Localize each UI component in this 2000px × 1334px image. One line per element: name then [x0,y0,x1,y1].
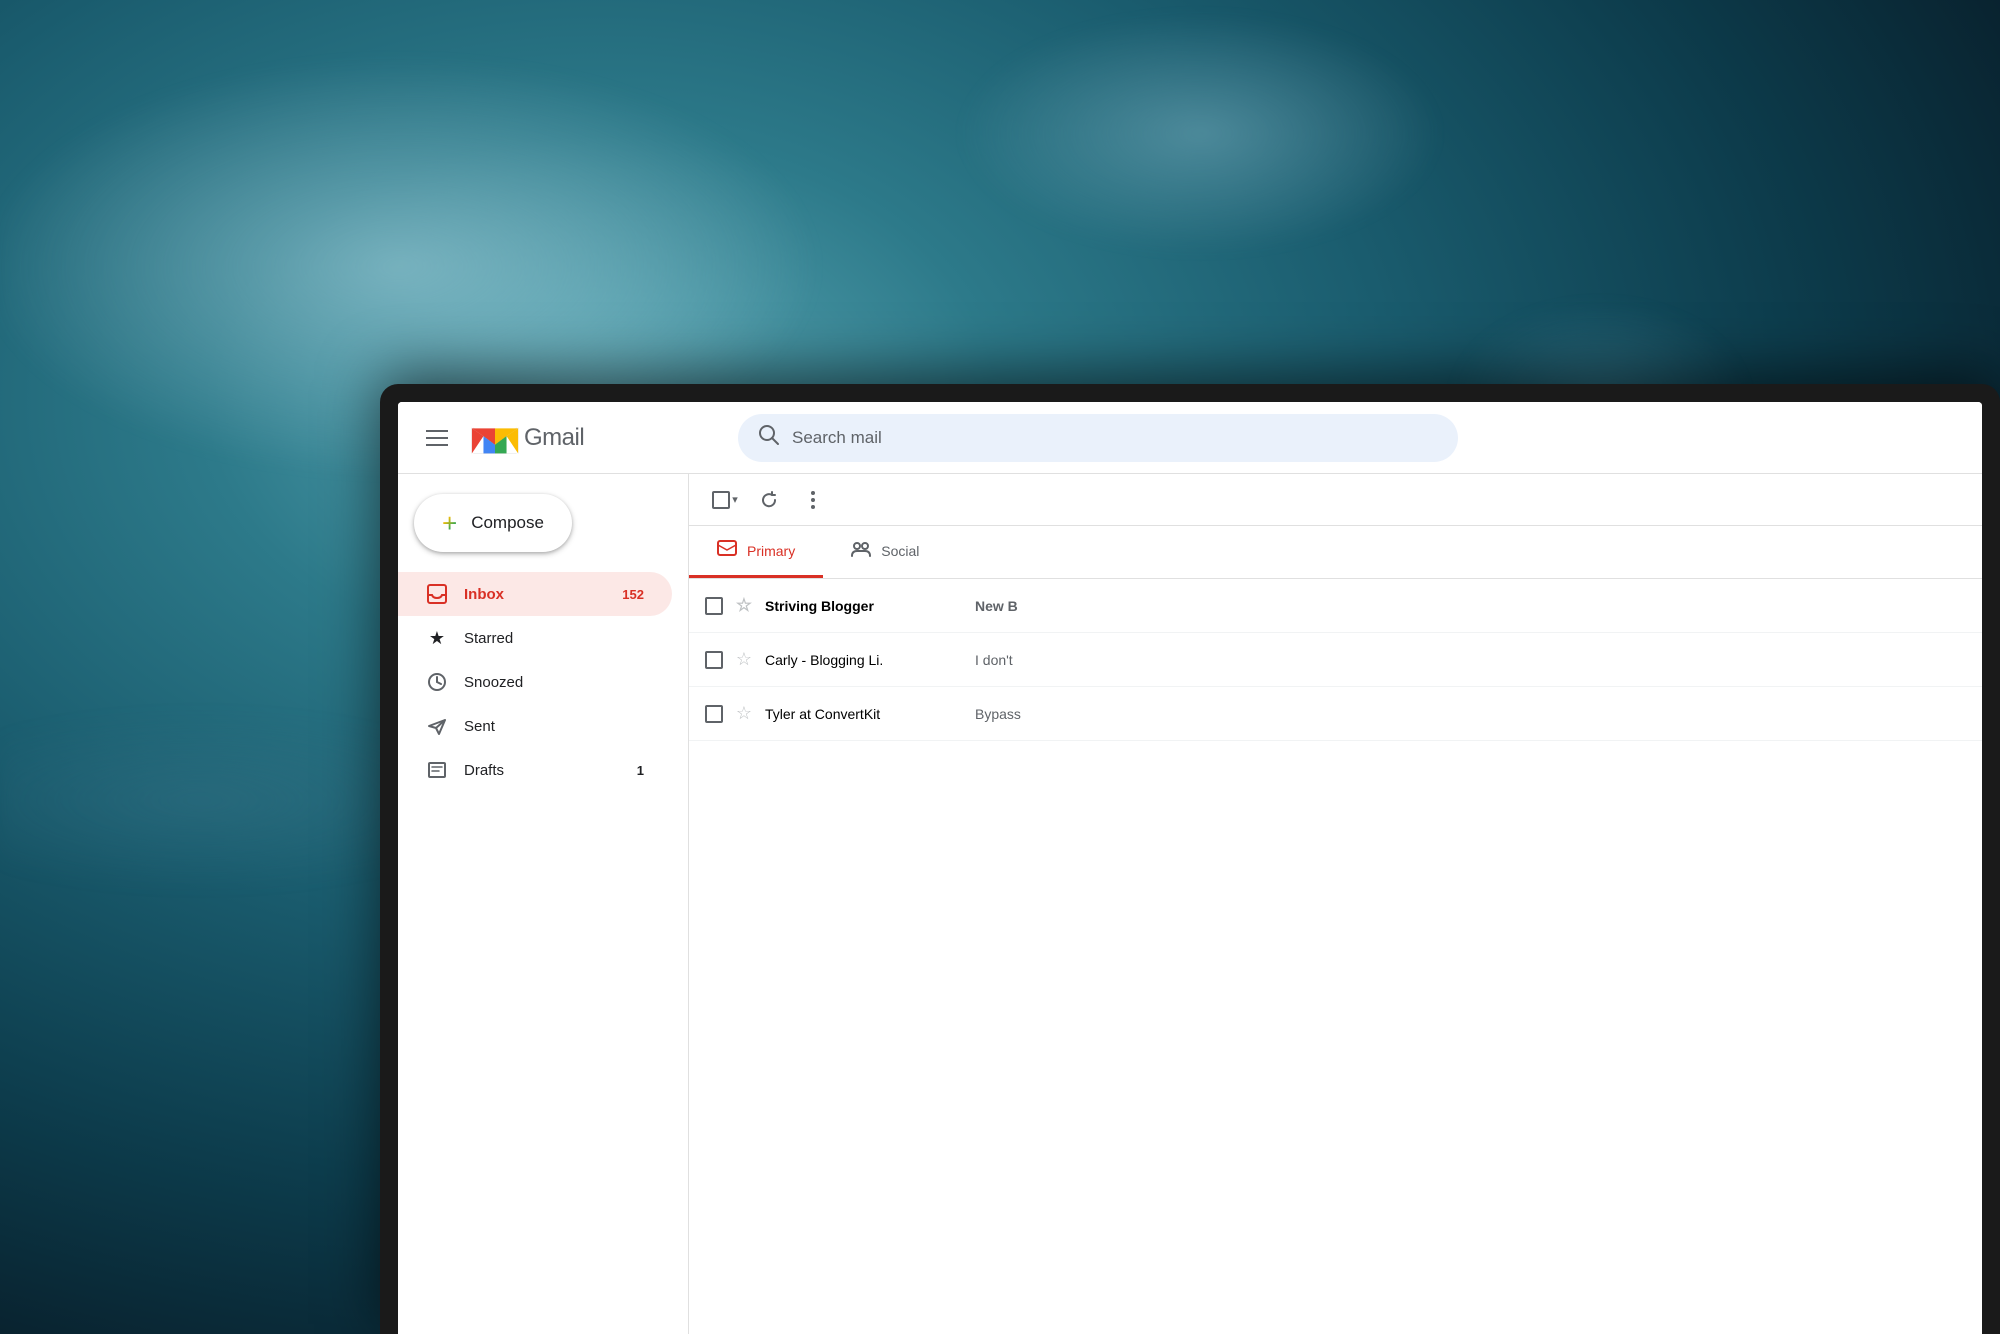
social-tab-icon [851,538,871,563]
primary-tab-label: Primary [747,543,795,559]
laptop-screen: Gmail Search mail [398,402,1982,1334]
drafts-icon [426,759,448,781]
gmail-logo: Gmail [470,418,584,458]
table-row[interactable]: ☆ Striving Blogger New B [689,579,1982,633]
email-rows: ☆ Striving Blogger New B ☆ Carly - Blogg… [689,579,1982,1334]
row-star-1[interactable]: ☆ [733,595,755,617]
sidebar-item-drafts[interactable]: Drafts 1 [398,748,672,792]
select-checkbox [712,491,730,509]
more-button[interactable] [793,480,833,520]
row-subject-1: New B [975,598,1966,614]
email-tabs: Primary Social [689,526,1982,579]
clock-icon [426,671,448,693]
compose-label: Compose [471,513,544,533]
row-subject-2: I don't [975,652,1966,668]
starred-label: Starred [464,630,644,647]
sent-label: Sent [464,718,644,735]
search-bar[interactable]: Search mail [738,414,1458,462]
primary-tab-icon [717,538,737,563]
menu-line-1 [426,430,448,432]
gmail-body: + Compose Inbox 152 [398,474,1982,1334]
sidebar-item-snoozed[interactable]: Snoozed [398,660,672,704]
row-checkbox-2[interactable] [705,651,723,669]
sidebar-item-starred[interactable]: ★ Starred [398,616,672,660]
header-left: Gmail [418,418,738,458]
table-row[interactable]: ☆ Tyler at ConvertKit Bypass [689,687,1982,741]
gmail-m-icon [470,418,520,458]
search-icon [758,424,780,452]
sidebar: + Compose Inbox 152 [398,474,688,1334]
email-list-area: ▾ [688,474,1982,1334]
row-checkbox-1[interactable] [705,597,723,615]
row-star-2[interactable]: ☆ [733,649,755,671]
select-all-button[interactable]: ▾ [705,480,745,520]
inbox-count: 152 [622,587,644,602]
refresh-button[interactable] [749,480,789,520]
star-icon: ★ [426,627,448,649]
drafts-count: 1 [637,763,644,778]
snoozed-label: Snoozed [464,674,644,691]
laptop-frame: Gmail Search mail [380,384,2000,1334]
gmail-header: Gmail Search mail [398,402,1982,474]
social-tab-label: Social [881,543,919,559]
compose-button[interactable]: + Compose [414,494,572,552]
search-placeholder: Search mail [792,428,882,448]
gmail-logo-text: Gmail [524,424,584,452]
sidebar-item-sent[interactable]: Sent [398,704,672,748]
menu-line-3 [426,444,448,446]
row-subject-3: Bypass [975,706,1966,722]
more-icon [811,491,815,509]
tab-social[interactable]: Social [823,526,947,578]
select-chevron-icon: ▾ [732,493,738,506]
sent-icon [426,715,448,737]
row-checkbox-3[interactable] [705,705,723,723]
email-toolbar: ▾ [689,474,1982,526]
row-sender-1: Striving Blogger [765,598,965,614]
row-star-3[interactable]: ☆ [733,703,755,725]
row-sender-3: Tyler at ConvertKit [765,706,965,722]
inbox-label: Inbox [464,586,606,603]
drafts-label: Drafts [464,762,621,779]
table-row[interactable]: ☆ Carly - Blogging Li. I don't [689,633,1982,687]
tab-primary[interactable]: Primary [689,526,823,578]
refresh-icon [759,490,779,510]
gmail-app: Gmail Search mail [398,402,1982,1334]
menu-line-2 [426,437,448,439]
menu-button[interactable] [418,418,458,458]
compose-plus-icon: + [442,510,457,536]
inbox-icon [426,583,448,605]
sidebar-item-inbox[interactable]: Inbox 152 [398,572,672,616]
row-sender-2: Carly - Blogging Li. [765,652,965,668]
